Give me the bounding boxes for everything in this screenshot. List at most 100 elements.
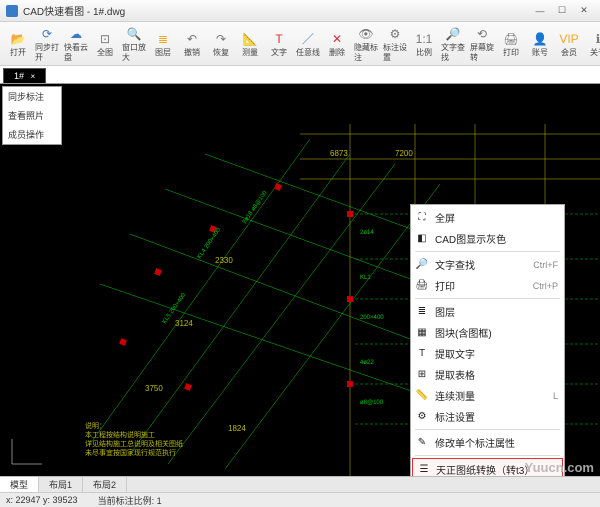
coord-readout: x: 22947 y: 39523 (6, 495, 78, 505)
drawing-notes: 说明： 本工程按结构说明施工 详见结构施工总说明及相关图纸 未尽事宜按国家现行规… (85, 422, 183, 458)
toolbar-label: 打印 (503, 48, 519, 58)
toolbar-text-button[interactable]: T文字 (265, 29, 293, 59)
menu-label: 天正图纸转换（转t3） (436, 462, 534, 476)
toolbar-label: 文字 (271, 48, 287, 58)
account-icon: 👤 (531, 30, 549, 48)
shortcut: Ctrl+P (533, 281, 558, 291)
titlebar: CAD快速看图 - 1#.dwg — ☐ ✕ (0, 0, 600, 22)
context-menu: ⛶全屏◧CAD图显示灰色🔎文字查找Ctrl+F🖨打印Ctrl+P≣图层▦图块(含… (410, 204, 565, 476)
toolbar-layers-button[interactable]: ≣图层 (149, 29, 177, 59)
scale-readout: 当前标注比例: 1 (98, 494, 162, 507)
close-icon[interactable]: × (31, 72, 36, 81)
toolbar-scale-button[interactable]: 1:1比例 (410, 29, 438, 59)
dimension-text: 6873 (330, 149, 348, 158)
toolbar-redo-button[interactable]: ↷恢复 (207, 29, 235, 59)
toolbar-label: 隐藏标注 (354, 43, 378, 63)
maximize-button[interactable]: ☐ (552, 4, 572, 18)
full-view-icon: ⊡ (96, 30, 114, 48)
side-panel: 同步标注查看照片成员操作 (2, 86, 62, 145)
toolbar-label: 全图 (97, 48, 113, 58)
toolbar-freeline-button[interactable]: ／任意线 (294, 29, 322, 59)
menu-label: 图层 (435, 304, 455, 319)
toolbar-print-button[interactable]: 🖨打印 (497, 29, 525, 59)
layout-tab-0[interactable]: 模型 (0, 477, 39, 492)
window-title: CAD快速看图 - 1#.dwg (23, 3, 125, 18)
menu-separator (415, 298, 560, 299)
toolbar-about-button[interactable]: ℹ关于 (584, 29, 600, 59)
toolbar-label: 比例 (416, 48, 432, 58)
toolbar-label: 测量 (242, 48, 258, 58)
toolbar-sync-open-button[interactable]: ⟳同步打开 (33, 24, 61, 64)
freeline-icon: ／ (299, 30, 317, 48)
toolbar-cloud-button[interactable]: ☁快看云盘 (62, 24, 90, 64)
menu-extract-table[interactable]: ⊞提取表格 (411, 364, 564, 385)
toolbar-annot-set-button[interactable]: ⚙标注设置 (381, 24, 409, 64)
toolbar-label: 关于 (590, 48, 600, 58)
extract-text-icon: T (415, 347, 429, 361)
toolbar-account-button[interactable]: 👤账号 (526, 29, 554, 59)
svg-text:2ø14: 2ø14 (360, 230, 374, 236)
toolbar-measure-button[interactable]: 📐测量 (236, 29, 264, 59)
toolbar-label: 窗口放大 (122, 43, 146, 63)
menu-continuous-measure[interactable]: 📏连续测量L (411, 385, 564, 406)
menu-label: 打印 (435, 278, 455, 293)
dimension-text: 2330 (215, 256, 233, 265)
fullscreen-icon: ⛶ (415, 211, 429, 225)
annot-set-icon: ⚙ (386, 25, 404, 43)
print-icon: 🖨 (502, 30, 520, 48)
open-icon: 📂 (9, 30, 27, 48)
toolbar-full-view-button[interactable]: ⊡全图 (91, 29, 119, 59)
rotate-icon: ⟲ (473, 25, 491, 43)
menu-annot-setting[interactable]: ⚙标注设置 (411, 406, 564, 427)
toolbar-text-find-button[interactable]: 🔎文字查找 (439, 24, 467, 64)
toolbar-open-button[interactable]: 📂打开 (4, 29, 32, 59)
toolbar-rotate-button[interactable]: ⟲屏幕旋转 (468, 24, 496, 64)
menu-print[interactable]: 🖨打印Ctrl+P (411, 275, 564, 296)
close-button[interactable]: ✕ (574, 4, 594, 18)
menu-layers[interactable]: ≣图层 (411, 301, 564, 322)
menu-find[interactable]: 🔎文字查找Ctrl+F (411, 254, 564, 275)
toolbar-label: 图层 (155, 48, 171, 58)
drawing-canvas[interactable]: 同步标注查看照片成员操作 (0, 84, 600, 476)
menu-extract-text[interactable]: T 提取文字 (411, 343, 564, 364)
dimension-text: 1824 (228, 424, 246, 433)
statusbar: x: 22947 y: 39523 当前标注比例: 1 (0, 492, 600, 507)
menu-fullscreen[interactable]: ⛶全屏 (411, 207, 564, 228)
minimize-button[interactable]: — (530, 4, 550, 18)
file-tab[interactable]: 1# × (3, 68, 46, 83)
toolbar-label: 删除 (329, 48, 345, 58)
text-icon: T (270, 30, 288, 48)
annot-setting-icon: ⚙ (415, 410, 429, 424)
menu-label: 提取表格 (435, 367, 475, 382)
toolbar-label: 打开 (10, 48, 26, 58)
menu-edit-annot-attr[interactable]: ✎修改单个标注属性 (411, 432, 564, 453)
toolbar-hide-annot-button[interactable]: 👁隐藏标注 (352, 24, 380, 64)
toolbar-vip-button[interactable]: VIP会员 (555, 29, 583, 59)
toolbar-label: 账号 (532, 48, 548, 58)
toolbar-undo-button[interactable]: ↶撤销 (178, 29, 206, 59)
layout-tab-2[interactable]: 布局2 (83, 477, 127, 492)
menu-gray[interactable]: ◧CAD图显示灰色 (411, 228, 564, 249)
menu-label: 提取文字 (435, 346, 475, 361)
svg-text:2ø18 ø8@100: 2ø18 ø8@100 (242, 190, 269, 225)
text-find-icon: 🔎 (444, 25, 462, 43)
side-panel-item-1[interactable]: 查看照片 (3, 106, 61, 125)
gray-icon: ◧ (415, 232, 429, 246)
menu-blocks[interactable]: ▦图块(含图框) (411, 322, 564, 343)
file-tab-label: 1# (14, 71, 24, 81)
side-panel-item-2[interactable]: 成员操作 (3, 125, 61, 144)
measure-icon: 📐 (241, 30, 259, 48)
tianzheng-convert-icon: ☰ (417, 463, 431, 477)
side-panel-item-0[interactable]: 同步标注 (3, 87, 61, 106)
redo-icon: ↷ (212, 30, 230, 48)
toolbar-window-zoom-button[interactable]: 🔍窗口放大 (120, 24, 148, 64)
toolbar-delete-button[interactable]: ✕删除 (323, 29, 351, 59)
dimension-text: 7200 (395, 149, 413, 158)
shortcut: L (553, 391, 558, 401)
layers-icon: ≣ (154, 30, 172, 48)
menu-label: 连续测量 (435, 388, 475, 403)
hide-annot-icon: 👁 (357, 25, 375, 43)
window-buttons: — ☐ ✕ (530, 4, 594, 18)
main-toolbar: 📂打开⟳同步打开☁快看云盘⊡全图🔍窗口放大≣图层↶撤销↷恢复📐测量T文字／任意线… (0, 22, 600, 66)
layout-tab-1[interactable]: 布局1 (39, 477, 83, 492)
